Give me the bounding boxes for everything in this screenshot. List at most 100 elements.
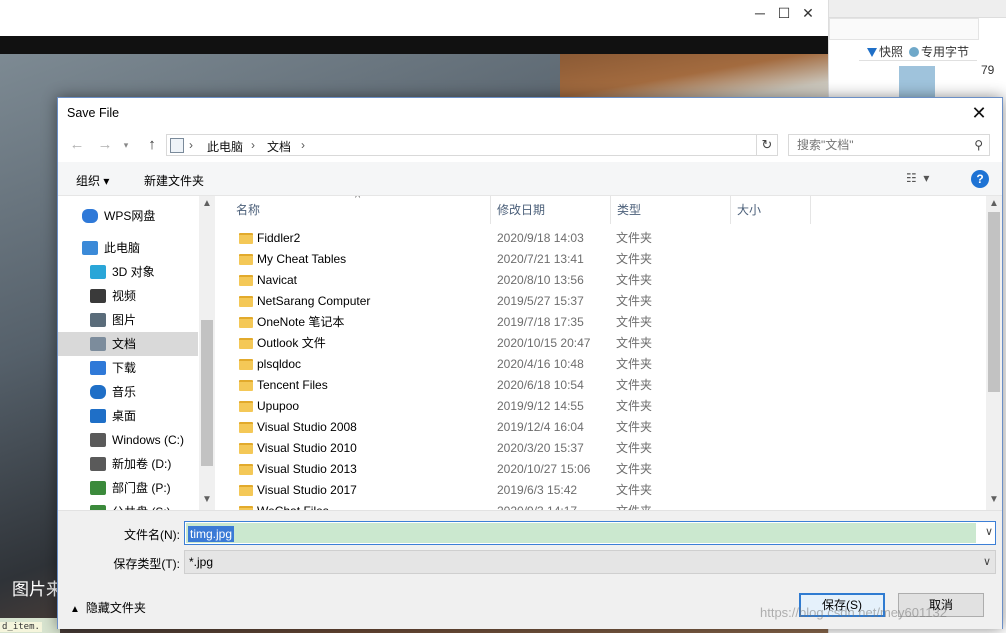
file-type: 文件夹 [616, 357, 653, 371]
scroll-down-icon[interactable]: ▼ [199, 494, 215, 505]
file-date: 2020/8/10 13:56 [497, 273, 584, 287]
table-row[interactable]: Visual Studio 2013 2020/10/27 15:06 文件夹 [222, 459, 982, 480]
table-row[interactable]: Outlook 文件 2020/10/15 20:47 文件夹 [222, 333, 982, 354]
table-row[interactable]: Visual Studio 2017 2019/6/3 15:42 文件夹 [222, 480, 982, 501]
filename-field[interactable]: timg.jpg [186, 523, 976, 543]
nav-item-label: 音乐 [112, 385, 137, 399]
search-input[interactable] [789, 135, 965, 155]
video-icon [90, 289, 106, 303]
folder-icon [239, 380, 253, 391]
file-type: 文件夹 [616, 273, 653, 287]
dialog-title: Save File [67, 106, 120, 120]
table-row[interactable]: NetSarang Computer 2019/5/27 15:37 文件夹 [222, 291, 982, 312]
file-date: 2019/9/12 14:55 [497, 399, 584, 413]
table-row[interactable]: plsqldoc 2020/4/16 10:48 文件夹 [222, 354, 982, 375]
column-header-size[interactable]: 大小 [731, 196, 811, 224]
address-bar[interactable]: › 此电脑 › 文档 › ∨ [166, 134, 855, 156]
nav-item[interactable]: 此电脑 [58, 236, 198, 260]
desktop-icon [90, 409, 106, 423]
back-arrow-icon[interactable]: ← [67, 136, 87, 154]
folder-icon [239, 401, 253, 412]
file-date: 2020/7/21 13:41 [497, 252, 584, 266]
background-toolbar-strip [0, 36, 828, 54]
column-header-name[interactable]: 名称 [216, 196, 491, 224]
table-row[interactable]: My Cheat Tables 2020/7/21 13:41 文件夹 [222, 249, 982, 270]
nav-item[interactable]: Windows (C:) [58, 428, 198, 452]
help-icon[interactable]: ? [971, 170, 989, 188]
scrollbar-thumb[interactable] [988, 212, 1000, 392]
file-date: 2020/3/20 15:37 [497, 441, 584, 455]
nav-item[interactable]: 下载 [58, 356, 198, 380]
file-date: 2020/10/15 20:47 [497, 336, 591, 350]
table-row[interactable]: WeChat Files 2020/9/3 14:17 文件夹 [222, 501, 982, 510]
forward-arrow-icon[interactable]: → [95, 136, 115, 154]
filetype-value[interactable]: *.jpg [189, 555, 213, 569]
nav-item[interactable]: WPS网盘 [58, 204, 198, 228]
breadcrumb-documents[interactable]: 文档 [267, 138, 291, 155]
side-panel-header [829, 0, 1006, 18]
table-row[interactable]: Visual Studio 2008 2019/12/4 16:04 文件夹 [222, 417, 982, 438]
hide-folders-toggle[interactable]: ▲ 隐藏文件夹 [70, 599, 146, 616]
nav-scrollbar[interactable]: ▲ ▼ [199, 196, 215, 510]
table-row[interactable]: OneNote 笔记本 2019/7/18 17:35 文件夹 [222, 312, 982, 333]
recent-locations-chevron-icon[interactable]: ▾ [116, 136, 136, 154]
column-header-date[interactable]: 修改日期 [491, 196, 611, 224]
view-options-button[interactable]: ☷ ▾ [906, 171, 929, 185]
scroll-up-icon[interactable]: ▲ [986, 198, 1002, 209]
file-name: Visual Studio 2010 [257, 441, 357, 455]
nav-item[interactable]: 视频 [58, 284, 198, 308]
organize-button[interactable]: 组织 ▾ [76, 172, 109, 189]
chart-value-label: 79 [981, 63, 995, 77]
new-folder-button[interactable]: 新建文件夹 [144, 172, 204, 189]
filetype-label: 保存类型(T): [113, 557, 180, 571]
maximize-icon[interactable]: ☐ [772, 6, 796, 20]
table-row[interactable]: Tencent Files 2020/6/18 10:54 文件夹 [222, 375, 982, 396]
folder-icon [239, 464, 253, 475]
file-date: 2020/9/3 14:17 [497, 501, 577, 510]
side-panel-tabs [829, 18, 979, 40]
file-name: Outlook 文件 [257, 336, 326, 350]
search-icon[interactable]: ⚲ [974, 138, 983, 152]
nav-item[interactable]: 图片 [58, 308, 198, 332]
file-type: 文件夹 [616, 378, 653, 392]
folder-icon [239, 254, 253, 265]
scrollbar-thumb[interactable] [201, 320, 213, 466]
refresh-button[interactable]: ↻ [756, 134, 778, 156]
nav-item[interactable]: 新加卷 (D:) [58, 452, 198, 476]
nav-item[interactable]: 文档 [58, 332, 198, 356]
music-icon [90, 385, 106, 399]
minimize-icon[interactable]: ─ [748, 6, 772, 20]
file-type: 文件夹 [616, 441, 653, 455]
scroll-up-icon[interactable]: ▲ [199, 198, 215, 209]
circle-marker-icon [909, 47, 920, 57]
close-button[interactable]: ✕ [956, 98, 1002, 128]
nav-item[interactable]: 公共盘 (S:) [58, 500, 198, 510]
up-arrow-icon[interactable]: ↑ [142, 136, 162, 154]
nav-item[interactable]: 3D 对象 [58, 260, 198, 284]
table-row[interactable]: Upupoo 2019/9/12 14:55 文件夹 [222, 396, 982, 417]
file-list-scrollbar[interactable]: ▲ ▼ [986, 196, 1002, 510]
folder-icon [239, 485, 253, 496]
breadcrumb-separator-icon[interactable]: › [251, 138, 255, 152]
breadcrumb-separator-icon[interactable]: › [301, 138, 305, 152]
table-row[interactable]: Visual Studio 2010 2020/3/20 15:37 文件夹 [222, 438, 982, 459]
table-row[interactable]: Navicat 2020/8/10 13:56 文件夹 [222, 270, 982, 291]
save-fields: 文件名(N): timg.jpg ∨ 保存类型(T): *.jpg ∨ [58, 510, 1002, 578]
table-row[interactable]: Fiddler2 2020/9/18 14:03 文件夹 [222, 228, 982, 249]
file-type: 文件夹 [616, 294, 653, 308]
chevron-down-icon[interactable]: ∨ [983, 555, 991, 568]
filename-selected-text[interactable]: timg.jpg [188, 526, 235, 542]
nav-item[interactable]: 音乐 [58, 380, 198, 404]
search-box[interactable]: ⚲ [788, 134, 990, 156]
close-icon[interactable]: ✕ [796, 6, 820, 20]
scroll-down-icon[interactable]: ▼ [986, 494, 1002, 505]
column-header-type[interactable]: 类型 [611, 196, 731, 224]
filetype-select[interactable]: *.jpg ∨ [184, 550, 996, 574]
breadcrumb-separator-icon[interactable]: › [189, 138, 193, 152]
file-date: 2019/7/18 17:35 [497, 315, 584, 329]
nav-item[interactable]: 桌面 [58, 404, 198, 428]
nav-item[interactable]: 部门盘 (P:) [58, 476, 198, 500]
breadcrumb-this-pc[interactable]: 此电脑 [207, 138, 243, 155]
chevron-down-icon[interactable]: ∨ [985, 525, 993, 538]
filename-combobox[interactable]: timg.jpg ∨ [184, 521, 996, 545]
